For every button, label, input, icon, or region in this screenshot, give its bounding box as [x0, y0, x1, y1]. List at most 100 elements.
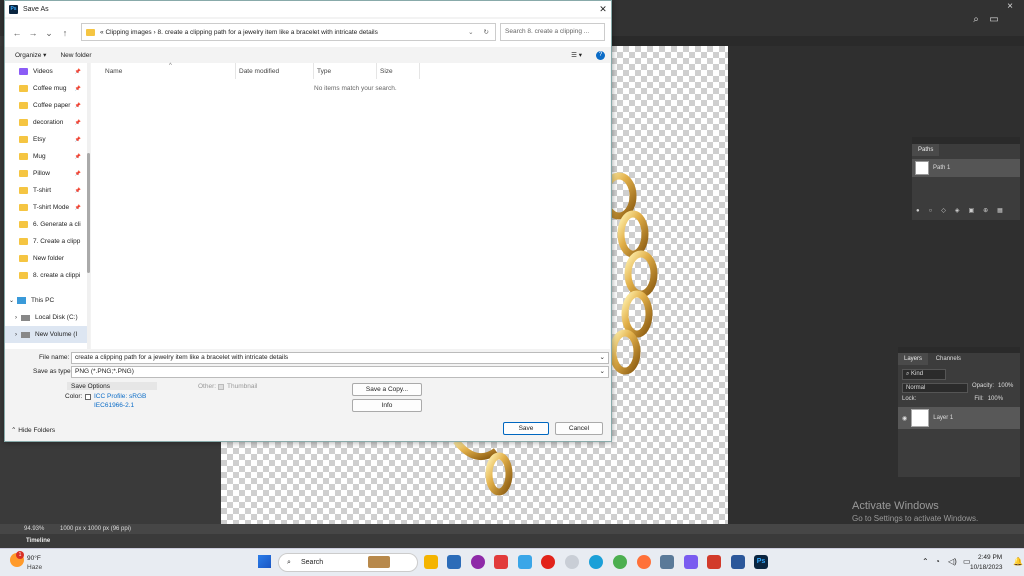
nav-item-t-shirt[interactable]: T-shirt 📌	[5, 182, 87, 199]
nav-item-coffee-mug[interactable]: Coffee mug 📌	[5, 80, 87, 97]
clock-date[interactable]: 10/18/2023	[970, 564, 1003, 571]
tab-paths[interactable]: Paths	[912, 144, 940, 156]
search-input[interactable]: Search 8. create a clipping ...	[500, 23, 605, 41]
clock-time[interactable]: 2:49 PM	[978, 554, 1002, 561]
thumbnail-checkbox[interactable]	[218, 384, 224, 390]
empty-message: No items match your search.	[314, 85, 397, 92]
tab-layers[interactable]: Layers	[898, 353, 929, 365]
nav-item-this-pc[interactable]: ⌄ This PC	[5, 292, 87, 309]
nav-scrollbar[interactable]	[87, 63, 90, 349]
column-size[interactable]: Size	[380, 68, 393, 75]
zoom-level[interactable]: 94.93%	[24, 524, 44, 534]
breadcrumb-current-folder[interactable]: 8. create a clipping path for a jewelry …	[157, 29, 377, 36]
nav-item-new-folder[interactable]: New folder	[5, 250, 87, 267]
pin-icon: 📌	[74, 204, 81, 211]
tab-channels[interactable]: Channels	[930, 353, 967, 365]
hide-folders-button[interactable]: ⌃ Hide Folders	[11, 426, 55, 434]
kind-filter[interactable]: ⌕ Kind	[902, 369, 946, 380]
nav-item-videos[interactable]: Videos 📌	[5, 63, 87, 80]
organize-button[interactable]: Organize ▾	[15, 51, 46, 59]
drive-icon	[21, 314, 30, 321]
close-app-icon[interactable]: ×	[1003, 0, 1017, 14]
volume-icon[interactable]: ◁)	[948, 557, 957, 566]
wps-icon[interactable]	[518, 555, 532, 569]
save-a-copy-button[interactable]: Save a Copy...	[352, 383, 422, 396]
layer-row[interactable]: ◉ Layer 1	[898, 407, 1020, 429]
nav-item-local-disk[interactable]: › Local Disk (C:)	[5, 309, 87, 326]
nav-item-folder-7[interactable]: 7. Create a clipp	[5, 233, 87, 250]
calculator-icon[interactable]	[660, 555, 674, 569]
address-dropdown-icon[interactable]: ⌄	[468, 28, 473, 36]
path-row[interactable]: Path 1	[912, 159, 1020, 177]
dialog-title: Save As	[23, 5, 49, 13]
new-folder-button[interactable]: New folder	[60, 52, 91, 59]
save-button[interactable]: Save	[503, 422, 549, 435]
timeline-panel[interactable]: Timeline	[0, 534, 1024, 548]
blend-mode-select[interactable]: Normal	[902, 383, 968, 393]
forward-icon[interactable]: →	[25, 28, 41, 38]
chrome-icon[interactable]	[613, 555, 627, 569]
nav-item-decoration[interactable]: decoration 📌	[5, 114, 87, 131]
notification-bell-icon[interactable]: 🔔	[1013, 557, 1023, 566]
file-list[interactable]: Name ^ Date modified Type Size No items …	[91, 63, 610, 349]
back-icon[interactable]: ←	[9, 28, 25, 38]
cancel-button[interactable]: Cancel	[555, 422, 603, 435]
visibility-eye-icon[interactable]: ◉	[902, 415, 907, 422]
network-icon[interactable]: ◔	[935, 557, 940, 566]
nav-item-new-volume[interactable]: › New Volume (I	[5, 326, 87, 343]
tray-overflow-icon[interactable]: ⌃	[922, 557, 929, 566]
photoshop-taskbar-icon[interactable]: Ps	[754, 555, 768, 569]
nav-item-t-shirt-mode[interactable]: T-shirt Mode 📌	[5, 199, 87, 216]
workspace-icon[interactable]: ▭	[987, 13, 1001, 27]
refresh-icon[interactable]: ↻	[484, 28, 489, 36]
recent-chevron-icon[interactable]: ⌄	[41, 28, 57, 39]
opera-icon[interactable]	[541, 555, 555, 569]
expand-chevron-icon[interactable]: ›	[15, 315, 17, 321]
breadcrumb-clipping-images[interactable]: Clipping images	[105, 29, 151, 36]
weather-temp[interactable]: 90°F	[27, 555, 41, 562]
address-bar[interactable]: « Clipping images › 8. create a clipping…	[81, 23, 496, 41]
nav-item-coffee-paper[interactable]: Coffee paper 📌	[5, 97, 87, 114]
firefox-icon[interactable]	[637, 555, 651, 569]
close-icon[interactable]: ✕	[595, 4, 611, 15]
weather-desc[interactable]: Haze	[27, 564, 42, 571]
icc-profile-checkbox[interactable]	[85, 394, 91, 400]
file-name-input[interactable]: create a clipping path for a jewelry ite…	[71, 352, 609, 364]
filezilla-icon[interactable]	[707, 555, 721, 569]
column-name[interactable]: Name	[105, 68, 122, 75]
vivaldi-icon[interactable]	[494, 555, 508, 569]
info-button[interactable]: Info	[352, 399, 422, 412]
steam-icon[interactable]	[565, 555, 579, 569]
nav-item-etsy[interactable]: Etsy 📌	[5, 131, 87, 148]
taskbar-search[interactable]: ⌕ Search	[278, 553, 418, 572]
help-icon[interactable]: ?	[596, 50, 605, 60]
save-type-select[interactable]: PNG (*.PNG;*.PNG) ⌄	[71, 366, 609, 378]
notification-badge: 1	[16, 551, 24, 559]
word-icon[interactable]	[731, 555, 745, 569]
view-options-icon[interactable]: ☰ ▾	[571, 51, 582, 59]
breadcrumb-chevron: «	[100, 28, 104, 36]
nav-item-pillow[interactable]: Pillow 📌	[5, 165, 87, 182]
start-windows-icon[interactable]	[258, 555, 271, 568]
status-bar: 94.93% 1000 px x 1000 px (96 ppi)	[0, 524, 1024, 534]
opacity-value[interactable]: 100%	[998, 383, 1013, 393]
column-type[interactable]: Type	[317, 68, 331, 75]
path-actions-icon[interactable]: ●○◇◈▣⊕▦	[916, 207, 1012, 214]
chrome-canary-icon[interactable]	[424, 555, 438, 569]
expand-chevron-icon[interactable]: ⌄	[9, 297, 14, 304]
chevron-down-icon[interactable]: ⌄	[600, 367, 605, 377]
nav-item-folder-6[interactable]: 6. Generate a cli	[5, 216, 87, 233]
edge-icon[interactable]	[589, 555, 603, 569]
teams-icon[interactable]	[447, 555, 461, 569]
expand-chevron-icon[interactable]: ›	[15, 332, 17, 338]
column-date-modified[interactable]: Date modified	[239, 68, 279, 75]
opacity-label: Opacity:	[972, 383, 995, 389]
fill-value[interactable]: 100%	[988, 396, 1003, 402]
opera-gx-icon[interactable]	[471, 555, 485, 569]
chevron-down-icon[interactable]: ⌄	[600, 353, 605, 363]
media-app-icon[interactable]	[684, 555, 698, 569]
nav-item-folder-8[interactable]: 8. create a clippi	[5, 267, 87, 284]
up-icon[interactable]: ↑	[57, 28, 73, 38]
nav-item-mug[interactable]: Mug 📌	[5, 148, 87, 165]
search-icon[interactable]: ⌕	[969, 13, 983, 27]
